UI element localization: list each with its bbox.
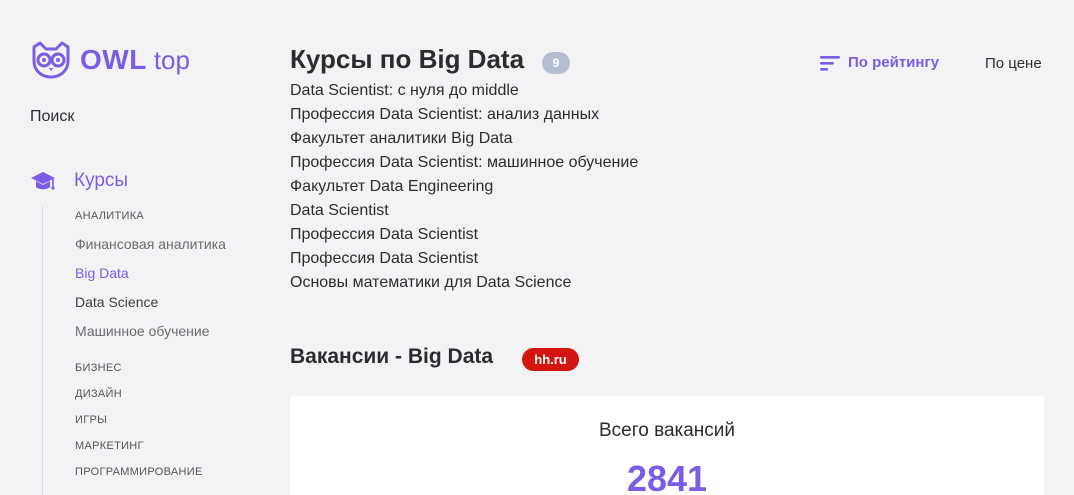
sort-by-price-button[interactable]: По цене [985,55,1042,72]
course-item[interactable]: Профессия Data Scientist: машинное обуче… [290,151,638,175]
course-item[interactable]: Профессия Data Scientist [290,247,638,271]
course-item[interactable]: Профессия Data Scientist: анализ данных [290,103,638,127]
sidebar-item-data-science[interactable]: Data Science [75,294,158,310]
sidebar-item-marketing[interactable]: Маркетинг [75,440,144,452]
sidebar-tree-line [42,206,43,495]
sidebar-courses-label: Курсы [74,170,129,191]
sidebar-item-analytics[interactable]: Аналитика [75,210,144,222]
hh-source-badge[interactable]: hh.ru [522,348,579,371]
total-vacancies-label: Всего вакансий [598,420,736,441]
vacancies-card: Всего вакансий 2841 [290,396,1044,495]
logo[interactable]: OWL top [30,40,190,80]
sort-lines-icon [820,55,840,71]
sidebar-item-big-data[interactable]: Big Data [75,265,129,281]
sidebar-item-business[interactable]: Бизнес [75,362,122,374]
sidebar-item-financial-analytics[interactable]: Финансовая аналитика [75,236,226,252]
vacancies-title: Вакансии - Big Data [290,345,494,368]
course-item[interactable]: Факультет Data Engineering [290,175,638,199]
sidebar-courses[interactable]: Курсы [30,170,128,192]
course-count-badge: 9 [542,52,570,74]
course-item[interactable]: Основы математики для Data Science [290,271,638,295]
sidebar-item-games[interactable]: Игры [75,414,107,426]
graduation-cap-icon [31,172,55,190]
logo-brand: OWL [80,44,147,75]
sidebar-item-design[interactable]: Дизайн [75,388,122,400]
owl-icon [32,41,70,79]
sort-by-rating-button[interactable]: По рейтингу [820,54,939,71]
search-link[interactable]: Поиск [30,108,74,126]
page-title: Курсы по Big Data [290,44,525,74]
sidebar-item-machine-learning[interactable]: Машинное обучение [75,323,210,339]
course-item[interactable]: Профессия Data Scientist [290,223,638,247]
logo-suffix: top [153,44,190,75]
course-item[interactable]: Data Scientist [290,199,638,223]
course-item[interactable]: Факультет аналитики Big Data [290,127,638,151]
course-item[interactable]: Data Scientist: с нуля до middle [290,79,638,103]
sidebar-item-programming[interactable]: Программирование [75,466,203,478]
total-vacancies-value: 2841 [626,458,708,495]
sort-by-rating-label: По рейтингу [848,54,940,71]
course-list: Data Scientist: с нуля до middle Професс… [290,79,638,295]
